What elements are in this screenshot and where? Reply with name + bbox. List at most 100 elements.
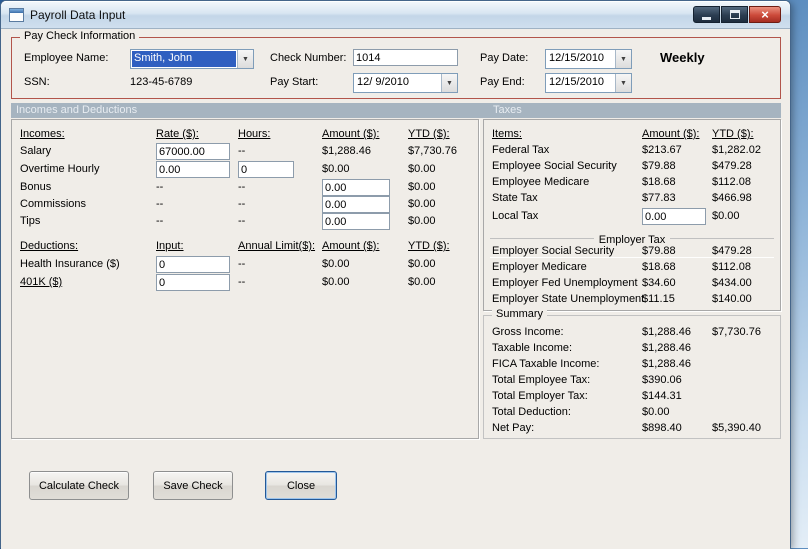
maximize-button[interactable] <box>721 6 748 23</box>
overtime-rate-input[interactable] <box>156 161 230 178</box>
income-hours: -- <box>238 145 246 157</box>
income-amount: $0.00 <box>322 163 350 175</box>
tax-ytd: $1,282.02 <box>712 144 761 156</box>
tax-name: Employee Social Security <box>492 160 617 172</box>
tax-row-employer-ss: Employer Social Security $79.88 $479.28 <box>484 245 780 261</box>
chevron-down-icon: ▼ <box>441 74 457 92</box>
summary-row-employee-tax: Total Employee Tax: $390.06 <box>484 374 780 390</box>
deduction-row-health-insurance: Health Insurance ($) -- $0.00 $0.00 <box>12 256 478 274</box>
summary-name: Taxable Income: <box>492 342 573 354</box>
employee-name-value: Smith, John <box>132 51 236 67</box>
close-window-button[interactable]: × <box>749 6 781 23</box>
tax-ytd: $0.00 <box>712 210 740 222</box>
k401-input[interactable] <box>156 274 230 291</box>
tax-ytd: $112.08 <box>712 176 751 188</box>
income-ytd: $0.00 <box>408 198 436 210</box>
tax-amount: $34.60 <box>642 277 676 289</box>
summary-legend: Summary <box>492 308 548 320</box>
tax-amount: $18.68 <box>642 176 676 188</box>
summary-amount: $1,288.46 <box>642 358 691 370</box>
deductions-header-row: Deductions: Input: Annual Limit($): Amou… <box>12 240 478 256</box>
pay-frequency-text: Weekly <box>660 50 705 65</box>
tax-amount: $11.15 <box>642 293 675 305</box>
tax-amount: $77.83 <box>642 192 676 204</box>
annual-limit-col-header: Annual Limit($): <box>238 240 316 252</box>
pay-start-value: 12/ 9/2010 <box>357 76 409 88</box>
summary-name: FICA Taxable Income: <box>492 358 600 370</box>
summary-name: Total Deduction: <box>492 406 571 418</box>
tax-amount: $213.67 <box>642 144 682 156</box>
deduction-amount: $0.00 <box>322 258 350 270</box>
payroll-window: Payroll Data Input × Pay Check Informati… <box>0 0 791 549</box>
tax-ytd: $466.98 <box>712 192 752 204</box>
close-button[interactable]: Close <box>265 471 337 500</box>
tax-row-employer-fed-unemployment: Employer Fed Unemployment $34.60 $434.00 <box>484 277 780 293</box>
summary-row-net-pay: Net Pay: $898.40 $5,390.40 <box>484 422 780 438</box>
summary-name: Net Pay: <box>492 422 535 434</box>
incomes-section-header: Incomes and Deductions <box>16 104 138 116</box>
summary-row-taxable: Taxable Income: $1,288.46 <box>484 342 780 358</box>
summary-amount: $144.31 <box>642 390 682 402</box>
summary-amount: $1,288.46 <box>642 326 691 338</box>
deduction-401k-link[interactable]: 401K ($) <box>20 276 62 288</box>
deduction-name: Health Insurance ($) <box>20 258 120 270</box>
pay-date-value: 12/15/2010 <box>549 52 605 64</box>
tax-row-employee-medicare: Employee Medicare $18.68 $112.08 <box>484 176 780 192</box>
pay-date-picker[interactable]: 12/15/2010 ▼ <box>545 49 632 69</box>
bonus-amount-input[interactable] <box>322 179 390 196</box>
summary-amount: $390.06 <box>642 374 682 386</box>
incomes-deductions-panel: Incomes: Rate ($): Hours: Amount ($): YT… <box>11 119 479 439</box>
summary-name: Gross Income: <box>492 326 564 338</box>
pay-start-picker[interactable]: 12/ 9/2010 ▼ <box>353 73 458 93</box>
commissions-amount-input[interactable] <box>322 196 390 213</box>
tax-row-employee-ss: Employee Social Security $79.88 $479.28 <box>484 160 780 176</box>
tax-ytd: $479.28 <box>712 245 752 257</box>
tax-row-state: State Tax $77.83 $466.98 <box>484 192 780 208</box>
ytd-col-header: YTD ($): <box>712 128 754 140</box>
form-client-area: Pay Check Information Employee Name: Smi… <box>1 29 790 549</box>
minimize-button[interactable] <box>693 6 720 23</box>
incomes-header-row: Incomes: Rate ($): Hours: Amount ($): YT… <box>12 128 478 144</box>
minimize-icon <box>702 17 711 20</box>
calculate-check-button[interactable]: Calculate Check <box>29 471 129 500</box>
pay-end-picker[interactable]: 12/15/2010 ▼ <box>545 73 632 93</box>
amount-col-header: Amount ($): <box>322 240 380 252</box>
ytd-col-header: YTD ($): <box>408 128 450 140</box>
income-row-overtime: Overtime Hourly $0.00 $0.00 <box>12 161 478 179</box>
chevron-down-icon: ▼ <box>615 50 631 68</box>
deduction-ytd: $0.00 <box>408 258 436 270</box>
deduction-ytd: $0.00 <box>408 276 436 288</box>
tax-name: Employer State Unemployment <box>492 293 645 305</box>
income-row-salary: Salary -- $1,288.46 $7,730.76 <box>12 143 478 161</box>
tax-ytd: $434.00 <box>712 277 752 289</box>
ssn-value: 123-45-6789 <box>130 76 193 88</box>
income-ytd: $7,730.76 <box>408 145 457 157</box>
income-ytd: $0.00 <box>408 181 436 193</box>
tax-amount: $18.68 <box>642 261 676 273</box>
check-number-input[interactable] <box>353 49 458 66</box>
salary-rate-input[interactable] <box>156 143 230 160</box>
ytd-col-header: YTD ($): <box>408 240 450 252</box>
tax-name: Employer Social Security <box>492 245 615 257</box>
deduction-limit: -- <box>238 258 246 270</box>
titlebar[interactable]: Payroll Data Input × <box>1 1 790 29</box>
health-insurance-input[interactable] <box>156 256 230 273</box>
overtime-hours-input[interactable] <box>238 161 294 178</box>
summary-group: Summary Gross Income: $1,288.46 $7,730.7… <box>483 308 781 439</box>
save-check-button[interactable]: Save Check <box>153 471 233 500</box>
summary-amount: $1,288.46 <box>642 342 691 354</box>
income-name: Bonus <box>20 181 52 193</box>
deduction-limit: -- <box>238 276 246 288</box>
local-tax-input[interactable] <box>642 208 706 225</box>
input-col-header: Input: <box>156 240 184 252</box>
income-rate: -- <box>156 215 164 227</box>
check-number-label: Check Number: <box>270 52 347 64</box>
summary-name: Total Employee Tax: <box>492 374 591 386</box>
tips-amount-input[interactable] <box>322 213 390 230</box>
employee-name-select[interactable]: Smith, John ▼ <box>130 49 254 69</box>
income-name: Overtime Hourly <box>20 163 100 175</box>
summary-amount: $898.40 <box>642 422 682 434</box>
hours-col-header: Hours: <box>238 128 271 140</box>
summary-name: Total Employer Tax: <box>492 390 588 402</box>
amount-col-header: Amount ($): <box>322 128 380 140</box>
